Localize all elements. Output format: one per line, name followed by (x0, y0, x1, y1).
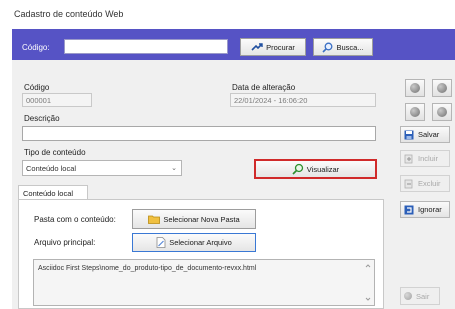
file-icon (156, 237, 166, 248)
excluir-button[interactable]: Excluir (400, 175, 450, 192)
selecionar-arquivo-button[interactable]: Selecionar Arquivo (132, 233, 256, 252)
arquivo-path-text: Asciidoc First Steps\nome_do_produto-tip… (38, 265, 257, 272)
save-icon (404, 130, 414, 139)
magnifier-icon (322, 42, 333, 53)
codigo-field[interactable]: 000001 (22, 93, 92, 107)
data-alteracao-field[interactable]: 22/01/2024 - 16:06:20 (230, 93, 376, 107)
folder-icon (148, 215, 161, 224)
chevron-down-icon: ⌄ (171, 165, 177, 172)
descricao-input[interactable] (22, 126, 376, 141)
visualizar-label: Visualizar (306, 164, 340, 174)
procurar-button[interactable]: Procurar (240, 38, 306, 56)
nav-circle-icon (437, 83, 447, 93)
nav-last-button[interactable] (432, 103, 452, 121)
delete-file-icon (404, 179, 413, 188)
sair-button[interactable]: Sair (400, 287, 440, 305)
excluir-label: Excluir (418, 179, 441, 188)
visualizar-button[interactable]: Visualizar (254, 159, 377, 179)
tipo-conteudo-select[interactable]: Conteúdo local ⌄ (22, 160, 182, 176)
pasta-conteudo-label: Pasta com o conteúdo: (34, 215, 116, 224)
selecionar-arquivo-label: Selecionar Arquivo (169, 238, 232, 247)
salvar-button[interactable]: Salvar (400, 126, 450, 143)
nav-first-button[interactable] (405, 79, 425, 97)
data-alteracao-label: Data de alteração (232, 83, 296, 92)
search-code-label: Código: (22, 43, 50, 52)
sair-label: Sair (416, 291, 430, 301)
salvar-label: Salvar (418, 130, 440, 139)
busca-button[interactable]: Busca... (313, 38, 373, 56)
exit-icon (404, 292, 412, 300)
arquivo-principal-path[interactable]: Asciidoc First Steps\nome_do_produto-tip… (33, 259, 375, 306)
nav-circle-icon (410, 107, 420, 117)
tipo-conteudo-value: Conteúdo local (26, 164, 77, 173)
window-title: Cadastro de conteúdo Web (14, 9, 124, 19)
undo-icon (404, 205, 414, 214)
incluir-label: Incluir (418, 154, 439, 163)
tipo-conteudo-label: Tipo de conteúdo (24, 148, 86, 157)
add-file-icon (404, 154, 413, 163)
magnifier-green-icon (292, 163, 303, 175)
codigo-label: Código (24, 83, 50, 92)
tab-conteudo-local[interactable]: Conteúdo local (18, 185, 88, 200)
selecionar-pasta-button[interactable]: Selecionar Nova Pasta (132, 209, 256, 229)
nav-circle-icon (437, 107, 447, 117)
ignorar-button[interactable]: Ignorar (400, 201, 450, 218)
memo-scrollbar[interactable] (364, 262, 372, 303)
ignorar-label: Ignorar (418, 205, 442, 214)
selecionar-pasta-label: Selecionar Nova Pasta (163, 214, 240, 224)
arquivo-principal-label: Arquivo principal: (34, 238, 96, 247)
search-code-input[interactable] (64, 39, 228, 54)
nav-prev-button[interactable] (432, 79, 452, 97)
incluir-button[interactable]: Incluir (400, 150, 450, 167)
nav-next-button[interactable] (405, 103, 425, 121)
nav-circle-icon (410, 83, 420, 93)
descricao-label: Descrição (24, 114, 60, 123)
search-arrow-icon (251, 43, 263, 51)
procurar-label: Procurar (266, 42, 295, 52)
busca-label: Busca... (336, 42, 364, 52)
